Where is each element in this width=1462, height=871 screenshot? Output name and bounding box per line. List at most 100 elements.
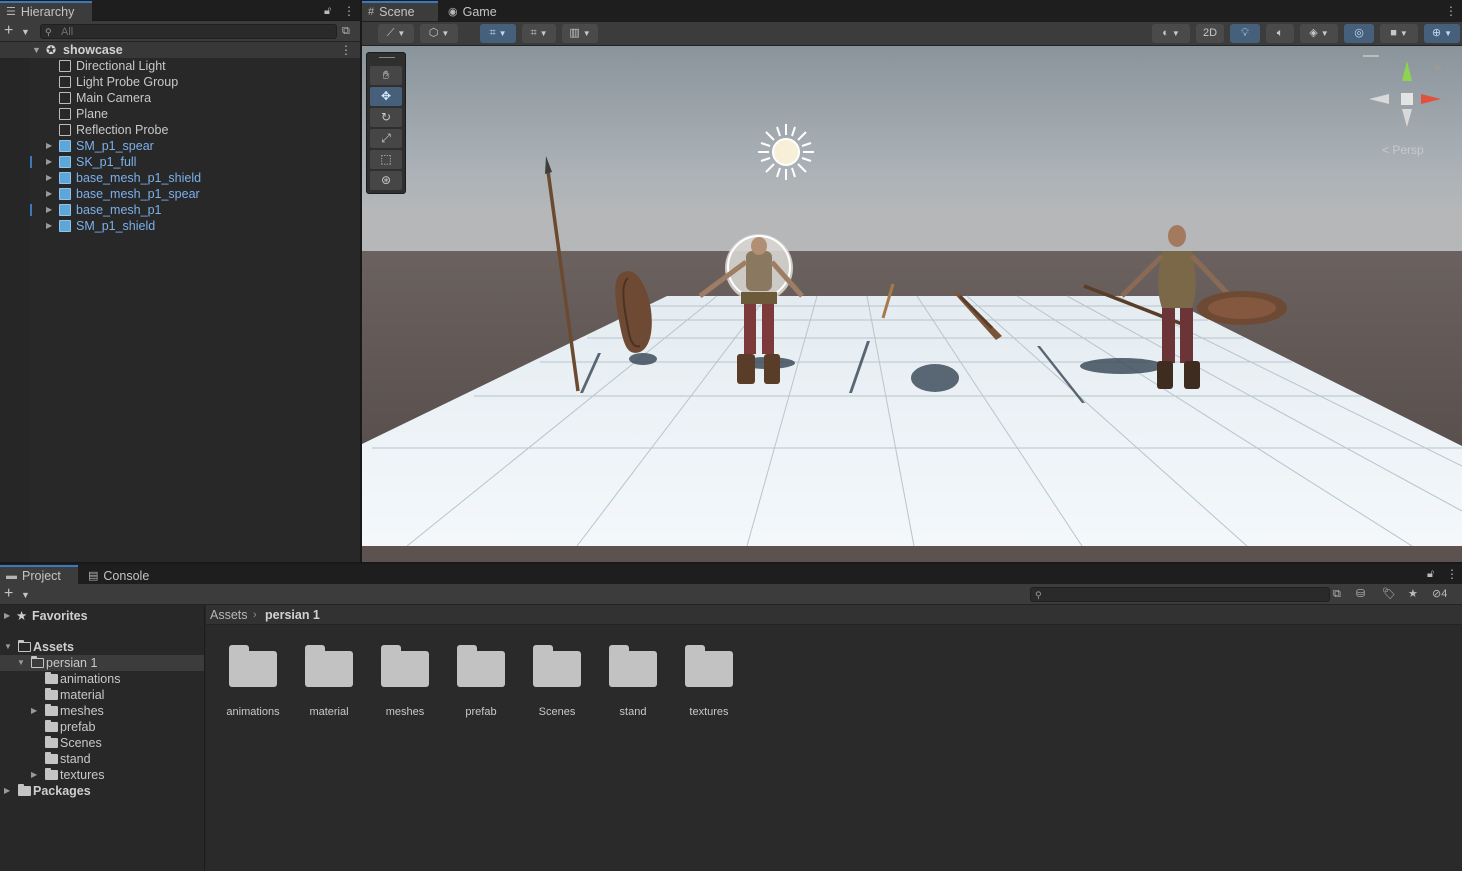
add-icon[interactable]: + <box>4 22 13 40</box>
tree-folder-item[interactable]: material <box>0 687 204 703</box>
expand-arrow-icon[interactable]: ▶ <box>46 138 52 154</box>
persian-1-label: persian 1 <box>46 656 98 670</box>
asset-folder[interactable]: stand <box>595 645 671 725</box>
transform-tool-button[interactable]: ⊛ <box>370 171 402 190</box>
tab-console[interactable]: ▤ Console <box>82 565 162 585</box>
scene-viewport[interactable]: ✋︎ ✥ ↻ ⤢ ⬚ ⊛ < Persp <box>362 46 1462 562</box>
hand-tool-button[interactable]: ✋︎ <box>370 66 402 85</box>
breadcrumb-current[interactable]: persian 1 <box>265 605 320 625</box>
expand-arrow-icon[interactable]: ▶ <box>46 170 52 186</box>
filter-by-label-icon[interactable]: 🏷︎ <box>1382 586 1396 602</box>
more-menu-icon[interactable]: ⋮ <box>343 3 355 19</box>
project-more-menu-icon[interactable]: ⋮ <box>1446 566 1458 582</box>
transform-icon: ⊛ <box>380 173 392 187</box>
tree-folder-item[interactable]: Scenes <box>0 735 204 751</box>
tree-folder-item[interactable]: stand <box>0 751 204 767</box>
asset-folder-label: stand <box>619 706 647 718</box>
audio-toggle-button[interactable]: 🔈︎ <box>1266 24 1294 43</box>
tab-game[interactable]: ◉ Game <box>442 1 508 21</box>
scene-visibility-button[interactable]: ◎ <box>1344 24 1374 43</box>
hierarchy-item[interactable]: ▶ SK_p1_full <box>0 154 360 170</box>
scene-more-menu-icon[interactable]: ⋮ <box>1445 3 1457 19</box>
camera-settings-button[interactable]: ■ ▼ <box>1380 24 1418 43</box>
scene-root-row[interactable]: ▼ ✪ showcase ⋮ <box>0 42 360 58</box>
expand-arrow-icon[interactable]: ▶ <box>46 186 52 202</box>
lock-icon[interactable]: 🔓︎ <box>324 3 331 19</box>
project-folder-tree: ▶ ★ Favorites ▼ Assets ▼ persian 1 anima… <box>0 605 205 871</box>
tree-folder-item[interactable]: animations <box>0 671 204 687</box>
create-asset-icon[interactable]: + <box>4 585 13 603</box>
hierarchy-item[interactable]: ▶ base_mesh_p1_spear <box>0 186 360 202</box>
effects-button[interactable]: ◈ ▼ <box>1300 24 1338 43</box>
expand-arrow-icon[interactable]: ▶ <box>4 783 10 799</box>
hierarchy-item[interactable]: Main Camera <box>0 90 360 106</box>
asset-folder[interactable]: prefab <box>443 645 519 725</box>
expand-arrow-icon[interactable]: ▶ <box>46 218 52 234</box>
tab-hierarchy[interactable]: ☰ Hierarchy <box>0 1 92 21</box>
hierarchy-item[interactable]: Directional Light <box>0 58 360 74</box>
scale-tool-button[interactable]: ⤢ <box>370 129 402 148</box>
expand-arrow-icon[interactable]: ▶ <box>31 703 37 719</box>
tree-persian-1[interactable]: ▼ persian 1 <box>0 655 204 671</box>
shading-mode-button[interactable]: ⬡ ▼ <box>420 24 458 43</box>
tree-folder-item[interactable]: ▶ textures <box>0 767 204 783</box>
scene-render[interactable] <box>362 46 1462 562</box>
expand-arrow-icon[interactable]: ▶ <box>46 154 52 170</box>
tree-packages[interactable]: ▶ Packages <box>0 783 204 799</box>
asset-folder[interactable]: meshes <box>367 645 443 725</box>
draw-shaded-button[interactable]: ◐ ▼ <box>1152 24 1190 43</box>
expand-arrow-icon[interactable]: ▶ <box>31 767 37 783</box>
hierarchy-item[interactable]: Plane <box>0 106 360 122</box>
folder-icon <box>685 645 733 687</box>
hidden-packages-toggle[interactable]: ⊘4 <box>1432 586 1447 602</box>
grid-visibility-button[interactable]: ▥ ▼ <box>562 24 598 43</box>
project-search-input[interactable]: ⚲ <box>1030 587 1330 602</box>
collapse-arrow-icon[interactable]: ▼ <box>32 42 41 58</box>
toggle-2d-button[interactable]: 2D <box>1196 24 1224 43</box>
grid-snap-button[interactable]: ⌗ ▼ <box>480 24 516 43</box>
tree-assets[interactable]: ▼ Assets <box>0 639 204 655</box>
hierarchy-item[interactable]: ▶ base_mesh_p1_shield <box>0 170 360 186</box>
hierarchy-item[interactable]: ▶ SM_p1_spear <box>0 138 360 154</box>
directional-light-icon[interactable] <box>758 124 814 180</box>
hierarchy-item[interactable]: Reflection Probe <box>0 122 360 138</box>
tree-favorites[interactable]: ▶ ★ Favorites <box>0 608 204 624</box>
search-by-type-icon[interactable]: ⧉ <box>1333 586 1341 602</box>
search-scene-icon[interactable]: ⧉ <box>342 23 350 39</box>
project-toolbar: + ▼ ⚲ ⧉ ⛁ 🏷︎ ★ ⊘4 <box>0 584 1462 605</box>
persp-label-text: Persp <box>1392 143 1424 157</box>
asset-folder[interactable]: material <box>291 645 367 725</box>
collapse-arrow-icon[interactable]: ▼ <box>4 639 12 655</box>
persp-toggle[interactable]: < Persp <box>1382 143 1424 157</box>
filter-by-type-icon[interactable]: ⛁ <box>1356 586 1365 602</box>
asset-folder[interactable]: animations <box>215 645 291 725</box>
lighting-toggle-button[interactable]: 💡︎ <box>1230 24 1260 43</box>
scene-more-icon[interactable]: ⋮ <box>340 42 352 58</box>
prefab-cube-icon <box>59 204 71 216</box>
hierarchy-item[interactable]: ▶ SM_p1_shield <box>0 218 360 234</box>
move-tool-button[interactable]: ✥ <box>370 87 402 106</box>
tree-folder-item[interactable]: prefab <box>0 719 204 735</box>
rotate-tool-button[interactable]: ↻ <box>370 108 402 127</box>
draw-mode-button[interactable]: ⟋ ▼ <box>378 24 414 43</box>
tab-scene[interactable]: # Scene <box>362 1 438 21</box>
hierarchy-item[interactable]: Light Probe Group <box>0 74 360 90</box>
hierarchy-search-input[interactable]: ⚲ All <box>40 24 337 39</box>
increment-snap-button[interactable]: ⌗ ▼ <box>522 24 556 43</box>
tree-folder-item[interactable]: ▶ meshes <box>0 703 204 719</box>
expand-arrow-icon[interactable]: ▶ <box>46 202 52 218</box>
palette-grip[interactable] <box>379 57 395 58</box>
rect-tool-button[interactable]: ⬚ <box>370 150 402 169</box>
hierarchy-item[interactable]: ▶ base_mesh_p1 <box>0 202 360 218</box>
collapse-arrow-icon[interactable]: ▼ <box>17 655 25 671</box>
chevron-down-icon[interactable]: ▼ <box>21 23 30 41</box>
breadcrumb-assets[interactable]: Assets <box>210 605 248 625</box>
asset-folder[interactable]: Scenes <box>519 645 595 725</box>
project-lock-icon[interactable]: 🔓︎ <box>1427 566 1434 582</box>
tab-project[interactable]: ▬ Project <box>0 565 78 585</box>
expand-arrow-icon[interactable]: ▶ <box>4 608 10 624</box>
gizmos-button[interactable]: ⊕ ▼ <box>1424 24 1460 43</box>
create-dropdown-icon[interactable]: ▼ <box>21 586 30 604</box>
favorite-star-icon[interactable]: ★ <box>1408 586 1418 602</box>
asset-folder[interactable]: textures <box>671 645 747 725</box>
